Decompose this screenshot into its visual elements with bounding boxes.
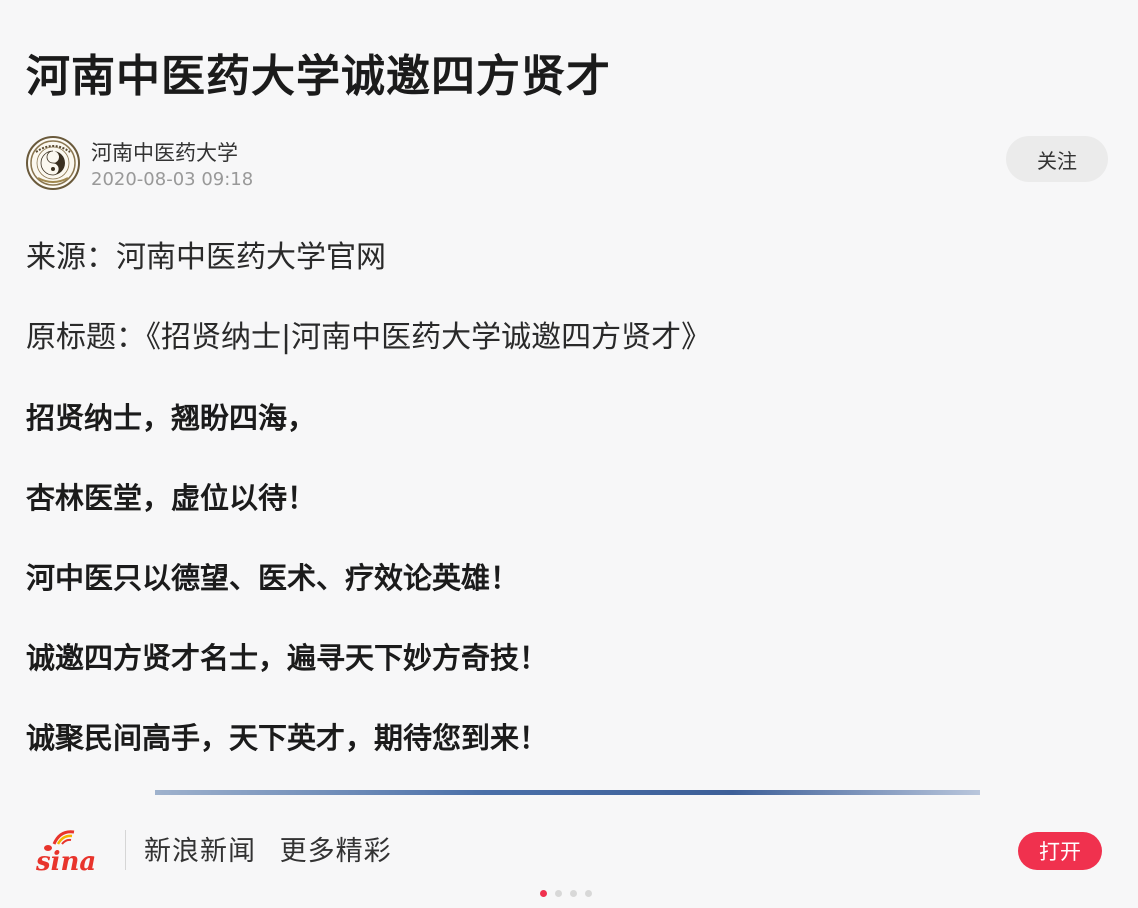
app-slogan: 更多精彩	[279, 836, 392, 867]
sina-eye-icon: sina	[35, 830, 96, 877]
svg-text:sina: sina	[35, 847, 96, 876]
pager-dot[interactable]	[555, 890, 562, 897]
university-seal-avatar[interactable]	[26, 136, 80, 190]
bar-divider	[125, 830, 126, 870]
pager-dot[interactable]	[570, 890, 577, 897]
pager-dot[interactable]	[585, 890, 592, 897]
pager-dots	[540, 890, 592, 898]
article-paragraph: 杏林医堂，虚位以待！	[26, 481, 317, 515]
university-seal-icon	[30, 140, 76, 186]
article-paragraph: 河中医只以德望、医术、疗效论英雄！	[26, 561, 520, 595]
article-paragraph: 招贤纳士，翘盼四海，	[26, 401, 317, 435]
article-body: 来源：河南中医药大学官网 原标题：《招贤纳士|河南中医药大学诚邀四方贤才》 招贤…	[26, 230, 1116, 790]
article-title: 河南中医药大学诚邀四方贤才	[26, 51, 611, 102]
author-name[interactable]: 河南中医药大学	[91, 139, 238, 167]
article-page: 河南中医药大学诚邀四方贤才 河南中医药大学 2020-08-03 09:18 关…	[0, 0, 1138, 908]
pager-dot-active[interactable]	[540, 890, 547, 897]
article-paragraph: 诚邀四方贤才名士，遍寻天下妙方奇技！	[26, 641, 549, 675]
sina-logo: sina	[34, 826, 106, 877]
open-app-button[interactable]: 打开	[1018, 832, 1102, 870]
publish-time: 2020-08-03 09:18	[91, 169, 254, 190]
original-title-line: 原标题：《招贤纳士|河南中医药大学诚邀四方贤才》	[26, 320, 712, 355]
follow-button[interactable]: 关注	[1006, 136, 1108, 182]
app-name: 新浪新闻	[144, 836, 256, 867]
source-line: 来源：河南中医药大学官网	[26, 240, 386, 275]
bar-tagline: 新浪新闻 更多精彩	[144, 834, 392, 870]
article-paragraph: 诚聚民间高手，天下英才，期待您到来！	[26, 721, 549, 755]
article-image-top-edge	[155, 790, 980, 795]
app-download-bar: sina 新浪新闻 更多精彩 打开	[0, 812, 1138, 892]
author-row: 河南中医药大学 2020-08-03 09:18 关注	[26, 134, 1110, 194]
